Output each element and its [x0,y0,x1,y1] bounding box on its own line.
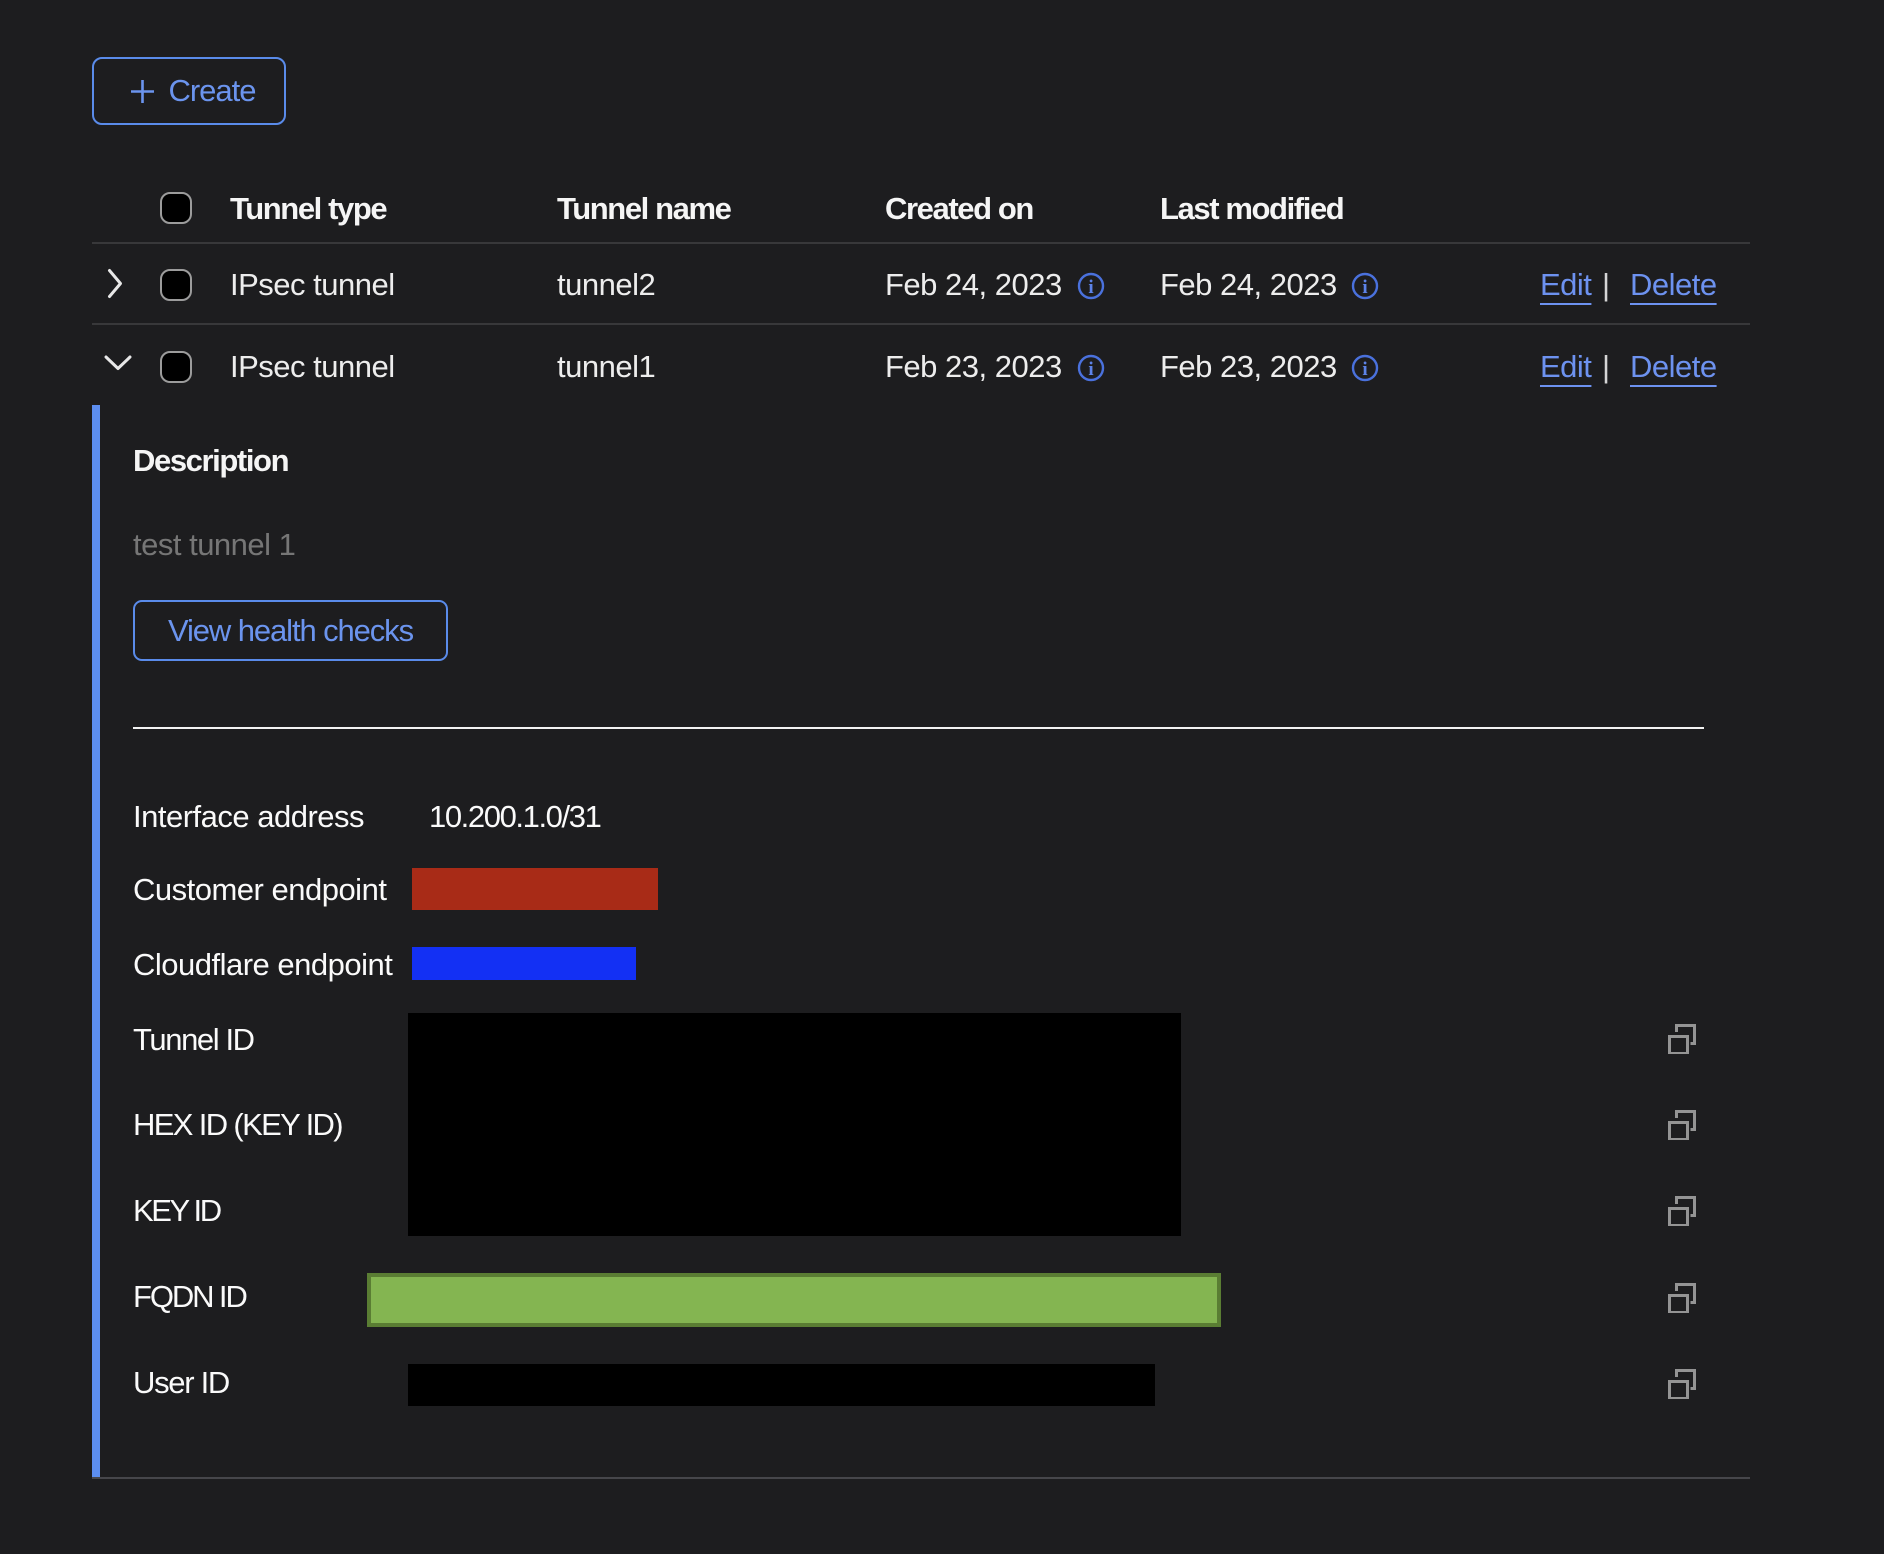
svg-text:i: i [1088,359,1093,380]
svg-text:i: i [1362,359,1367,380]
svg-text:i: i [1362,277,1367,298]
svg-text:i: i [1088,277,1093,298]
